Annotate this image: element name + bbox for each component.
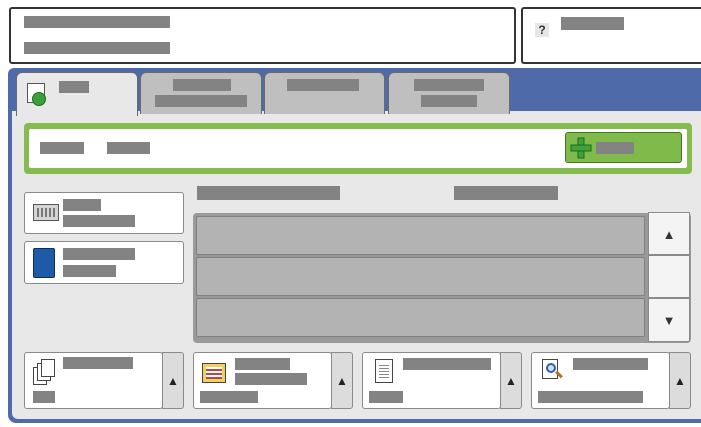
- tab-label: [287, 79, 359, 91]
- chevron-up-icon: ▲: [336, 374, 348, 388]
- tab-address[interactable]: [16, 72, 138, 116]
- chevron-down-icon: ▼: [662, 313, 676, 328]
- list-header-2: [454, 186, 558, 200]
- chevron-up-icon: ▲: [167, 374, 179, 388]
- scroll-track: [648, 255, 690, 298]
- tab-label: [59, 81, 89, 93]
- address-book-icon: [33, 248, 55, 278]
- bottom-button-2[interactable]: [193, 352, 332, 409]
- tab-4[interactable]: [388, 72, 510, 114]
- plus-icon: [570, 137, 592, 159]
- chevron-up-icon: ▲: [505, 374, 517, 388]
- list-header-1: [197, 186, 340, 200]
- bottom-button-1-label: [63, 357, 133, 369]
- tab-3[interactable]: [264, 72, 385, 114]
- bottom-button-3-arrow[interactable]: ▲: [500, 352, 522, 409]
- bottom-button-3[interactable]: [362, 352, 501, 409]
- address-book-label-line1: [63, 248, 135, 260]
- chevron-up-icon: ▲: [674, 374, 686, 388]
- add-button[interactable]: [565, 132, 682, 163]
- add-button-label: [596, 142, 634, 154]
- tab-label-line1: [173, 79, 231, 91]
- list-item[interactable]: [196, 298, 645, 337]
- bottom-button-2-label-line1: [235, 358, 290, 370]
- tab-2[interactable]: [140, 72, 262, 114]
- list-item[interactable]: [196, 257, 645, 296]
- preview-icon: [542, 359, 564, 383]
- bottom-button-3-value: [369, 391, 403, 403]
- bottom-button-3-label: [403, 358, 491, 370]
- keyboard-icon: [33, 204, 59, 221]
- keyboard-label-line2: [63, 215, 135, 227]
- tab-label-line2: [155, 95, 247, 107]
- entry-label-1: [40, 142, 84, 154]
- bottom-button-1[interactable]: [24, 352, 163, 409]
- scroll-up-button[interactable]: ▲: [648, 212, 690, 255]
- bottom-button-4[interactable]: [531, 352, 670, 409]
- help-icon: ?: [535, 23, 549, 37]
- status-line-1-redacted: [24, 16, 170, 28]
- bottom-button-1-arrow[interactable]: ▲: [162, 352, 184, 409]
- tab-label-line1: [414, 79, 484, 91]
- bottom-button-2-value: [200, 391, 258, 403]
- bottom-button-4-label: [573, 358, 648, 370]
- address-book-button[interactable]: [24, 241, 184, 284]
- help-label: [561, 17, 624, 30]
- bottom-button-2-label-line2: [235, 373, 307, 385]
- status-line-2-redacted: [24, 42, 170, 54]
- resolution-icon: [202, 363, 226, 383]
- document-icon: [375, 359, 393, 383]
- phone-icon: [27, 83, 46, 106]
- keyboard-button[interactable]: [24, 192, 184, 234]
- bottom-button-1-value: [33, 391, 55, 403]
- address-book-label-line2: [63, 265, 116, 277]
- entry-label-2: [107, 142, 150, 154]
- bottom-button-4-arrow[interactable]: ▲: [669, 352, 691, 409]
- keyboard-label-line1: [63, 199, 101, 211]
- list-item[interactable]: [196, 216, 645, 255]
- scroll-down-button[interactable]: ▼: [648, 298, 690, 342]
- chevron-up-icon: ▲: [662, 227, 676, 242]
- tab-label-line2: [421, 95, 477, 107]
- bottom-button-4-value: [538, 391, 643, 403]
- bottom-button-2-arrow[interactable]: ▲: [331, 352, 353, 409]
- pages-icon: [33, 359, 55, 387]
